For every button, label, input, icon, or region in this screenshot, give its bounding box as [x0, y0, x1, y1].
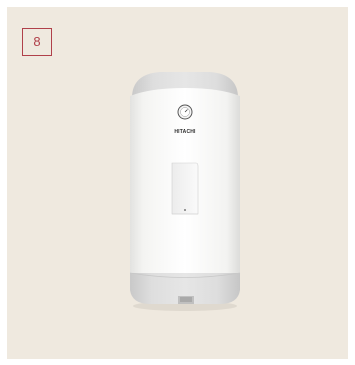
water-tank-product-image: HITACHI	[120, 68, 250, 318]
step-number-badge: 8	[22, 28, 52, 56]
brand-logo-text: HITACHI	[174, 129, 196, 135]
water-tank-illustration	[129, 72, 241, 311]
